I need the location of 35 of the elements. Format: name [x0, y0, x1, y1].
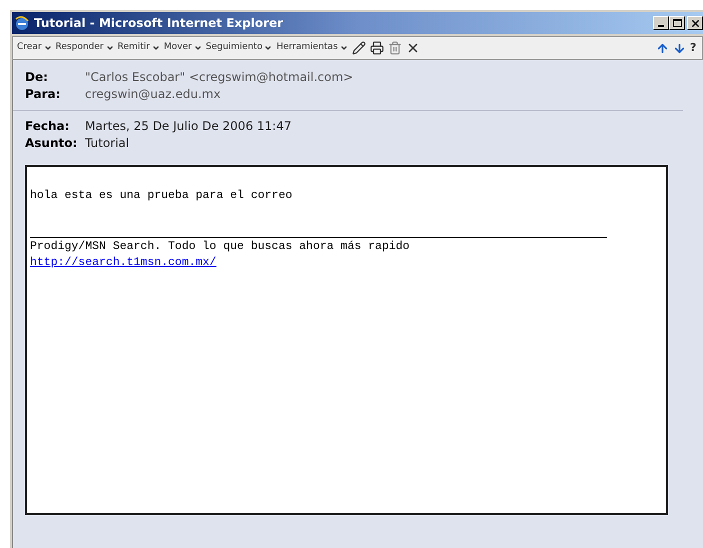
close-icon — [690, 18, 700, 28]
down-arrow-icon[interactable] — [673, 42, 686, 54]
signature-text: Prodigy/MSN Search. Todo lo que buscas ahora más rapido — [30, 240, 411, 254]
minimize-icon — [658, 25, 664, 27]
toolbar-menu[interactable]: Mover — [164, 41, 202, 55]
caret-icon — [194, 44, 202, 52]
message-text: hola esta es una prueba para el correo — [30, 189, 294, 203]
help-button[interactable]: ? — [690, 40, 702, 56]
maximize-button[interactable] — [669, 16, 685, 30]
field-label: Asunto: — [25, 134, 78, 152]
caret-icon — [44, 44, 52, 52]
print-icon[interactable] — [370, 41, 384, 55]
toolbar-menu[interactable]: Herramientas — [276, 41, 348, 55]
field-value: Tutorial — [85, 134, 130, 152]
caret-icon — [106, 44, 114, 52]
window-title: Tutorial - Microsoft Internet Explorer — [34, 15, 284, 32]
toolbar-menu[interactable]: Seguimiento — [206, 41, 272, 55]
field-label: Fecha: — [25, 118, 70, 134]
caret-icon — [264, 44, 272, 52]
up-arrow-icon[interactable] — [656, 42, 669, 54]
caret-icon — [152, 44, 160, 52]
signature-link[interactable]: http://search.t1msn.com.mx/ — [30, 256, 216, 269]
minimize-button[interactable] — [653, 16, 669, 30]
toolbar-menu[interactable]: Responder — [56, 41, 114, 55]
close-button[interactable] — [687, 16, 703, 30]
field-value: cregswin@uaz.edu.mx — [85, 86, 221, 102]
field-label: De: — [25, 68, 49, 86]
toolbar-menu[interactable]: Remitir — [118, 41, 160, 55]
field-value: "Carlos Escobar" <cregswim@hotmail.com> — [85, 68, 354, 86]
pencil-icon[interactable] — [352, 41, 366, 55]
maximize-icon — [672, 19, 682, 27]
field-label: Para: — [25, 86, 62, 102]
field-value: Martes, 25 De Julio De 2006 11:47 — [85, 118, 292, 134]
toolbar-menu[interactable]: Crear — [17, 41, 52, 55]
caret-icon — [340, 44, 348, 52]
